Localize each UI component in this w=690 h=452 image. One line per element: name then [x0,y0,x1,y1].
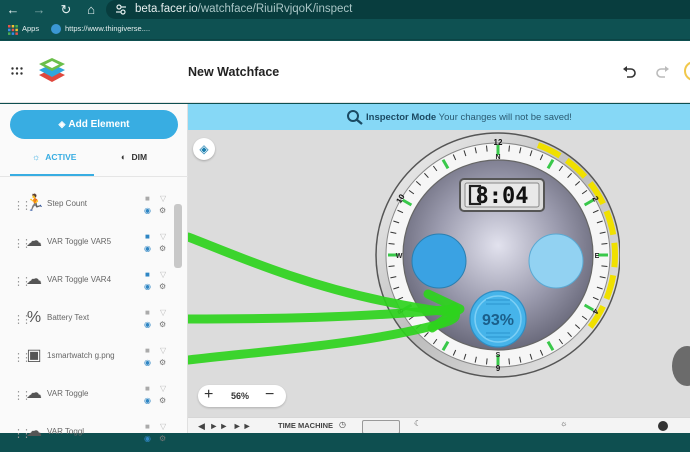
zoom-out-button[interactable]: − [265,386,274,404]
settings-gear-icon[interactable]: ⚙ [159,320,166,329]
layer-row[interactable]: ⋮⋮ 🏃 Step Count ■ ▽ ◉ ⚙ [10,186,174,224]
lock-icon[interactable]: ■ [145,384,150,393]
site-info-icon[interactable] [115,3,127,16]
tab-divider [0,176,188,177]
play-controls[interactable]: ◀ ►► ►► [198,421,253,432]
annotation-arrow-top [188,232,459,317]
slider-knob[interactable] [658,421,668,431]
timer-icon: ◷ [339,420,346,429]
app-header: New Watchface [0,41,690,103]
eye-icon[interactable]: ◉ [144,206,151,215]
eye-icon[interactable]: ◉ [144,244,151,253]
layers-stack-icon: ◈ [58,119,66,129]
facer-logo[interactable] [38,56,66,86]
eye-icon[interactable]: ◉ [144,282,151,291]
back-arrow-icon[interactable]: ← [5,2,21,18]
cloud-gear-icon: ☁ [26,385,42,402]
layers-sidebar: ◈ Add Element ☼ ACTIVE ◐ DIM ⋮⋮ 🏃 Step Count ■… [0,104,188,443]
add-element-button[interactable]: ◈ Add Element [10,110,178,139]
bottom-toolbar: ◀ ►► ►► TIME MACHINE ◷ ☾ ☼ [188,417,690,433]
layer-row[interactable]: ⋮⋮% Battery Text ■ ▽ ◉ ⚙ [10,300,174,338]
layer-row[interactable]: ⋮⋮ ☁ VAR Toggl ■ ▽ ◉ ⚙ [10,414,174,452]
bookmark-thingiverse[interactable]: https://www.thingiverse.... [65,24,150,33]
undo-icon[interactable] [622,66,636,78]
running-person-icon: 🏃 [25,195,45,212]
settings-gear-icon[interactable]: ⚙ [159,396,166,405]
layer-row[interactable]: ⋮⋮ ☁ VAR Toggle VAR5 ■ ▽ ◉ ⚙ [10,224,174,262]
apps-grid-icon[interactable] [8,25,18,35]
layer-label: Battery Text [47,313,90,322]
settings-gear-icon[interactable]: ⚙ [159,206,166,215]
layer-label: VAR Toggl [47,427,85,436]
image-icon: ▣ [26,347,42,364]
annotation-arrow-middle [188,304,459,324]
url-path: /watchface/RiuiRvjqoK/inspect [197,3,353,15]
tab-dim-label: DIM [131,152,148,162]
lock-icon[interactable]: ■ [145,232,150,241]
settings-gear-icon[interactable]: ⚙ [159,282,166,291]
page-title: New Watchface [188,65,280,79]
layer-label: Step Count [47,199,88,208]
lock-icon[interactable]: ■ [145,422,150,431]
weather-sun-icon[interactable]: ☼ [560,419,567,428]
layer-row[interactable]: ⋮⋮ ☁ VAR Toggle ■ ▽ ◉ ⚙ [10,376,174,414]
cloud-gear-icon: ☁ [26,271,42,288]
tab-active[interactable]: ☼ ACTIVE [32,152,76,162]
layer-row[interactable]: ⋮⋮ ☁ VAR Toggle VAR4 ■ ▽ ◉ ⚙ [10,262,174,300]
forward-arrow-icon[interactable]: → [31,2,47,18]
browser-toolbar: ← → ↻ ⌂ beta.facer.io/watchface/RiuiRvjq… [0,0,690,20]
bookmark-apps[interactable]: Apps [22,24,39,33]
cloud-gear-icon: ☁ [26,233,42,250]
zoom-level: 56% [231,391,250,401]
layer-label: VAR Toggle [47,389,89,398]
eye-icon[interactable]: ◉ [144,320,151,329]
eye-icon[interactable]: ◉ [144,434,151,443]
settings-gear-icon[interactable]: ⚙ [159,358,166,367]
filter-icon[interactable]: ▽ [160,346,166,355]
lock-icon[interactable]: ■ [145,346,150,355]
settings-gear-icon[interactable]: ⚙ [159,434,166,443]
eye-icon[interactable]: ◉ [144,358,151,367]
half-moon-icon: ◐ [121,152,127,162]
layer-label: 1smartwatch g.png [47,351,115,360]
redo-icon[interactable] [656,66,670,78]
avatar[interactable] [684,61,690,81]
layer-label: VAR Toggle VAR4 [47,275,112,284]
filter-icon[interactable]: ▽ [160,270,166,279]
tab-active-label: ACTIVE [45,152,77,162]
cloud-gear-icon: ☁ [26,423,42,440]
layers-scrollbar[interactable] [174,204,182,268]
layer-row[interactable]: ⋮⋮ ▣ 1smartwatch g.png ■ ▽ ◉ ⚙ [10,338,174,376]
lock-icon[interactable]: ■ [145,270,150,279]
zoom-control: + 56% − [198,385,286,407]
percent-icon: % [26,309,42,326]
add-element-label: Add Element [68,119,130,130]
time-machine-label: TIME MACHINE [278,421,333,430]
sun-icon: ☼ [32,152,41,162]
moon-icon[interactable]: ☾ [414,419,421,428]
filter-icon[interactable]: ▽ [160,232,166,241]
filter-icon[interactable]: ▽ [160,308,166,317]
url-text[interactable]: beta.facer.io/watchface/RiuiRvjqoK/inspe… [135,3,352,15]
design-canvas[interactable]: Inspector Mode Your changes will not be … [188,104,690,433]
calendar-icon[interactable] [362,420,400,433]
lock-icon[interactable]: ■ [145,308,150,317]
menu-grid-icon[interactable] [11,67,23,75]
url-host: beta.facer.io [135,3,198,15]
tab-dim[interactable]: ◐ DIM [121,152,147,162]
settings-gear-icon[interactable]: ⚙ [159,244,166,253]
lock-icon[interactable]: ■ [145,194,150,203]
filter-icon[interactable]: ▽ [160,384,166,393]
reload-icon[interactable]: ↻ [58,2,74,18]
zoom-in-button[interactable]: + [204,386,213,404]
layer-label: VAR Toggle VAR5 [47,237,112,246]
annotation-arrows [188,232,465,365]
thingiverse-favicon-icon [51,24,61,34]
eye-icon[interactable]: ◉ [144,396,151,405]
home-icon[interactable]: ⌂ [83,2,99,18]
filter-icon[interactable]: ▽ [160,422,166,431]
bookmarks-bar: Apps https://www.thingiverse.... [0,20,690,40]
filter-icon[interactable]: ▽ [160,194,166,203]
